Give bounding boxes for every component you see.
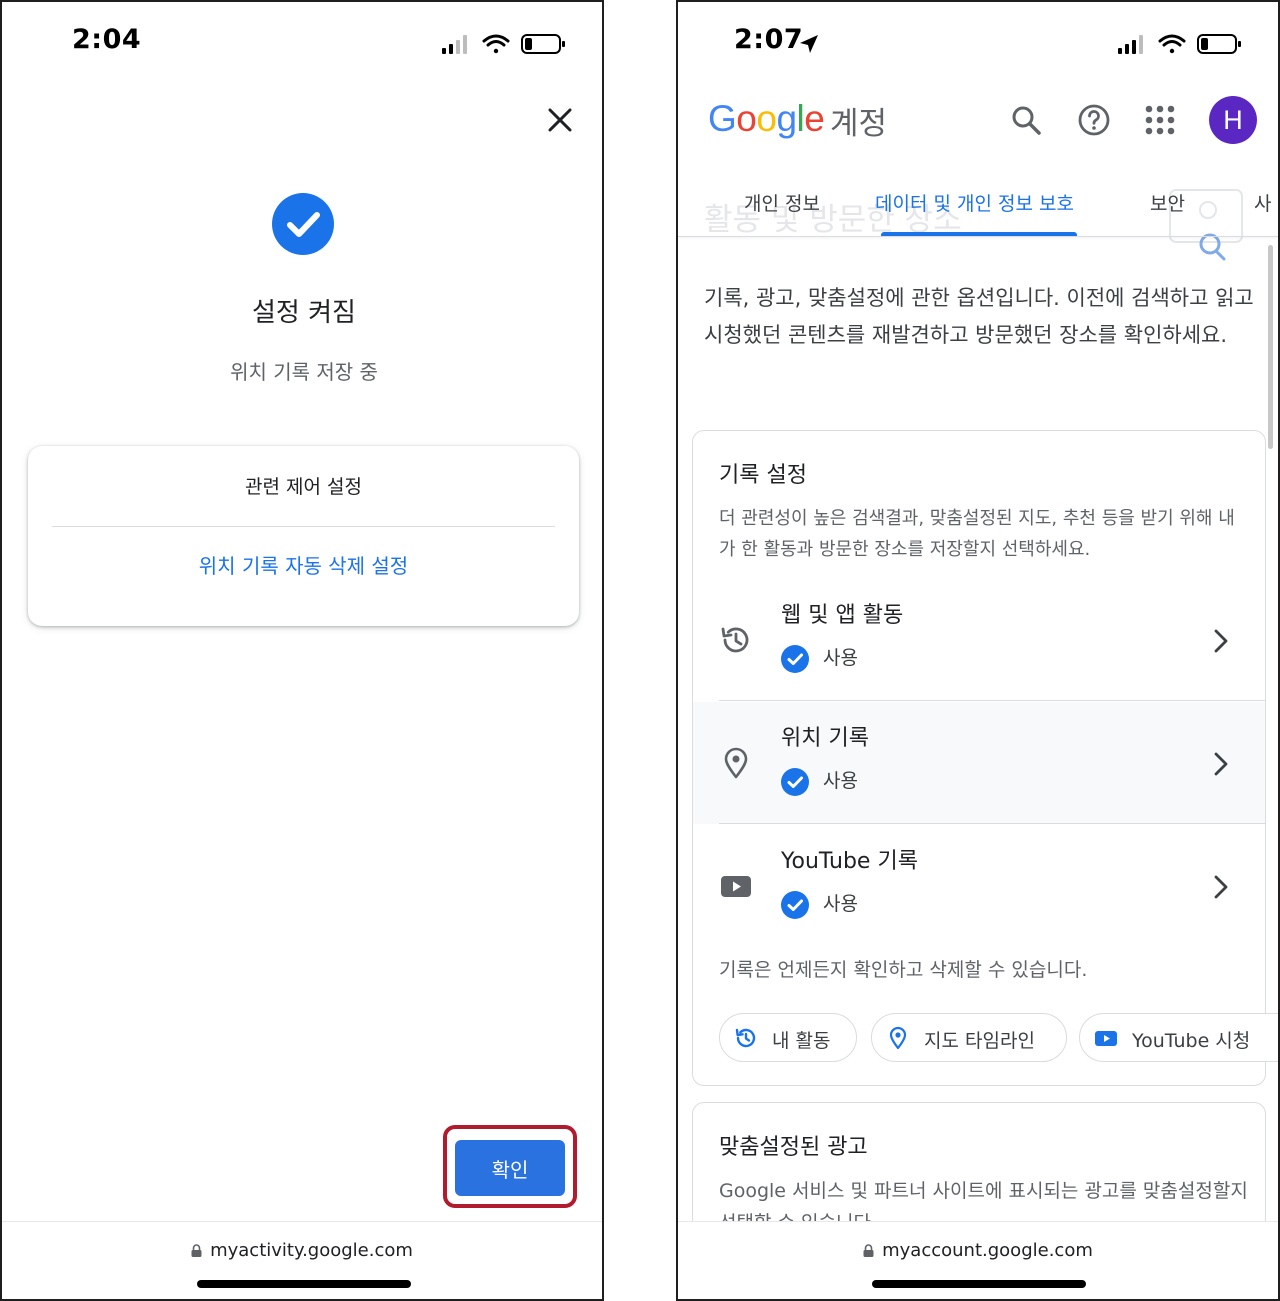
tab-more[interactable]: 사 — [1254, 189, 1271, 216]
location-arrow-icon — [800, 35, 818, 53]
enabled-check-icon — [781, 768, 809, 796]
url-display[interactable]: myaccount.google.com — [678, 1240, 1278, 1261]
row-status: 사용 — [823, 770, 858, 792]
chevron-right-icon — [1214, 752, 1228, 776]
tab-personal-info[interactable]: 개인 정보 — [744, 189, 820, 216]
chip-my-activity[interactable]: 내 활동 — [719, 1013, 857, 1062]
youtube-history-row[interactable]: YouTube 기록 사용 — [693, 825, 1265, 947]
url-text: myactivity.google.com — [210, 1240, 413, 1261]
illustration-search-icon — [1169, 189, 1243, 261]
home-indicator[interactable] — [197, 1280, 411, 1288]
chevron-right-icon — [1214, 875, 1228, 899]
tab-data-privacy[interactable]: 데이터 및 개인 정보 보호 — [875, 189, 1074, 216]
google-logo[interactable]: Google — [708, 98, 825, 140]
success-check-icon — [272, 193, 334, 255]
wifi-icon — [482, 34, 510, 54]
browser-address-bar: myaccount.google.com — [678, 1221, 1278, 1299]
personalized-ads-title: 맞춤설정된 광고 — [719, 1135, 868, 1160]
logo-letter: o — [736, 98, 757, 139]
url-display[interactable]: myactivity.google.com — [2, 1240, 602, 1261]
lock-icon — [191, 1244, 202, 1257]
enabled-check-icon — [781, 891, 809, 919]
avatar[interactable]: H — [1209, 96, 1257, 144]
history-icon — [735, 1028, 756, 1048]
history-settings-title: 기록 설정 — [719, 463, 807, 488]
location-pin-icon — [724, 747, 748, 779]
product-name: 계정 — [830, 106, 888, 142]
row-title: 웹 및 앱 활동 — [781, 603, 904, 628]
youtube-icon — [721, 876, 751, 897]
chevron-right-icon — [1214, 629, 1228, 653]
wifi-icon — [1158, 34, 1186, 54]
web-app-activity-row[interactable]: 웹 및 앱 활동 사용 — [693, 579, 1265, 701]
logo-letter: e — [804, 98, 825, 139]
cellular-signal-icon — [1118, 35, 1143, 54]
status-time: 2:04 — [72, 24, 142, 55]
dialog-title: 설정 켜짐 — [252, 298, 356, 328]
intro-text: 기록, 광고, 맞춤설정에 관한 옵션입니다. 이전에 검색하고 읽고 시청했던… — [704, 286, 1254, 347]
history-settings-card: 기록 설정 더 관련성이 높은 검색결과, 맞춤설정된 지도, 추천 등을 받기… — [692, 430, 1278, 1086]
row-status: 사용 — [823, 893, 858, 915]
card-divider — [52, 526, 555, 527]
url-text: myaccount.google.com — [882, 1240, 1093, 1261]
related-controls-card: 관련 제어 설정 위치 기록 자동 삭제 설정 — [28, 446, 579, 626]
history-settings-description: 더 관련성이 높은 검색결과, 맞춤설정된 지도, 추천 등을 받기 위해 내가… — [719, 508, 1235, 560]
status-icons — [442, 34, 565, 54]
row-title: YouTube 기록 — [781, 849, 918, 874]
scrollbar-thumb[interactable] — [1268, 245, 1273, 449]
chip-youtube-watch[interactable]: YouTube 시청 — [1079, 1013, 1278, 1062]
home-indicator[interactable] — [872, 1280, 1086, 1288]
row-title: 위치 기록 — [781, 726, 869, 751]
phone-screen-right: 2:07 Google 계정 H 활동 및 방문한 장소 개인 정보 데이터 및… — [676, 0, 1280, 1301]
battery-icon — [521, 34, 565, 54]
location-history-row[interactable]: 위치 기록 사용 — [693, 702, 1265, 824]
status-time: 2:07 — [734, 24, 804, 55]
status-icons — [1118, 34, 1241, 54]
battery-icon — [1197, 34, 1241, 54]
search-icon[interactable] — [1008, 102, 1044, 138]
logo-letter: g — [776, 98, 797, 139]
chip-maps-timeline[interactable]: 지도 타임라인 — [871, 1013, 1067, 1062]
chip-label: YouTube 시청 — [1132, 1030, 1251, 1052]
logo-letter: G — [708, 98, 737, 139]
phone-screen-left: 2:04 설정 켜짐 위치 기록 저장 중 관련 제어 설정 위치 기록 자동 … — [0, 0, 604, 1301]
enabled-check-icon — [781, 645, 809, 673]
history-footer-note: 기록은 언제든지 확인하고 삭제할 수 있습니다. — [719, 959, 1088, 981]
row-divider — [719, 823, 1265, 824]
cellular-signal-icon — [442, 35, 467, 54]
row-divider — [719, 700, 1265, 701]
tab-divider — [678, 236, 1278, 237]
browser-address-bar: myactivity.google.com — [2, 1221, 602, 1299]
history-icon — [721, 627, 749, 653]
auto-delete-settings-link[interactable]: 위치 기록 자동 삭제 설정 — [28, 550, 579, 579]
related-controls-title: 관련 제어 설정 — [245, 476, 362, 498]
close-icon[interactable] — [542, 102, 578, 138]
chip-label: 내 활동 — [772, 1030, 831, 1052]
confirm-button[interactable]: 확인 — [455, 1140, 565, 1196]
dialog-subtitle: 위치 기록 저장 중 — [230, 360, 378, 384]
chip-label: 지도 타임라인 — [924, 1030, 1035, 1052]
location-pin-icon — [889, 1026, 907, 1050]
logo-letter: o — [756, 98, 777, 139]
youtube-icon — [1095, 1031, 1117, 1046]
lock-icon — [863, 1244, 874, 1257]
apps-grid-icon[interactable] — [1144, 104, 1176, 136]
help-icon[interactable] — [1076, 102, 1112, 138]
row-status: 사용 — [823, 647, 858, 669]
tab-security[interactable]: 보안 — [1150, 189, 1185, 216]
